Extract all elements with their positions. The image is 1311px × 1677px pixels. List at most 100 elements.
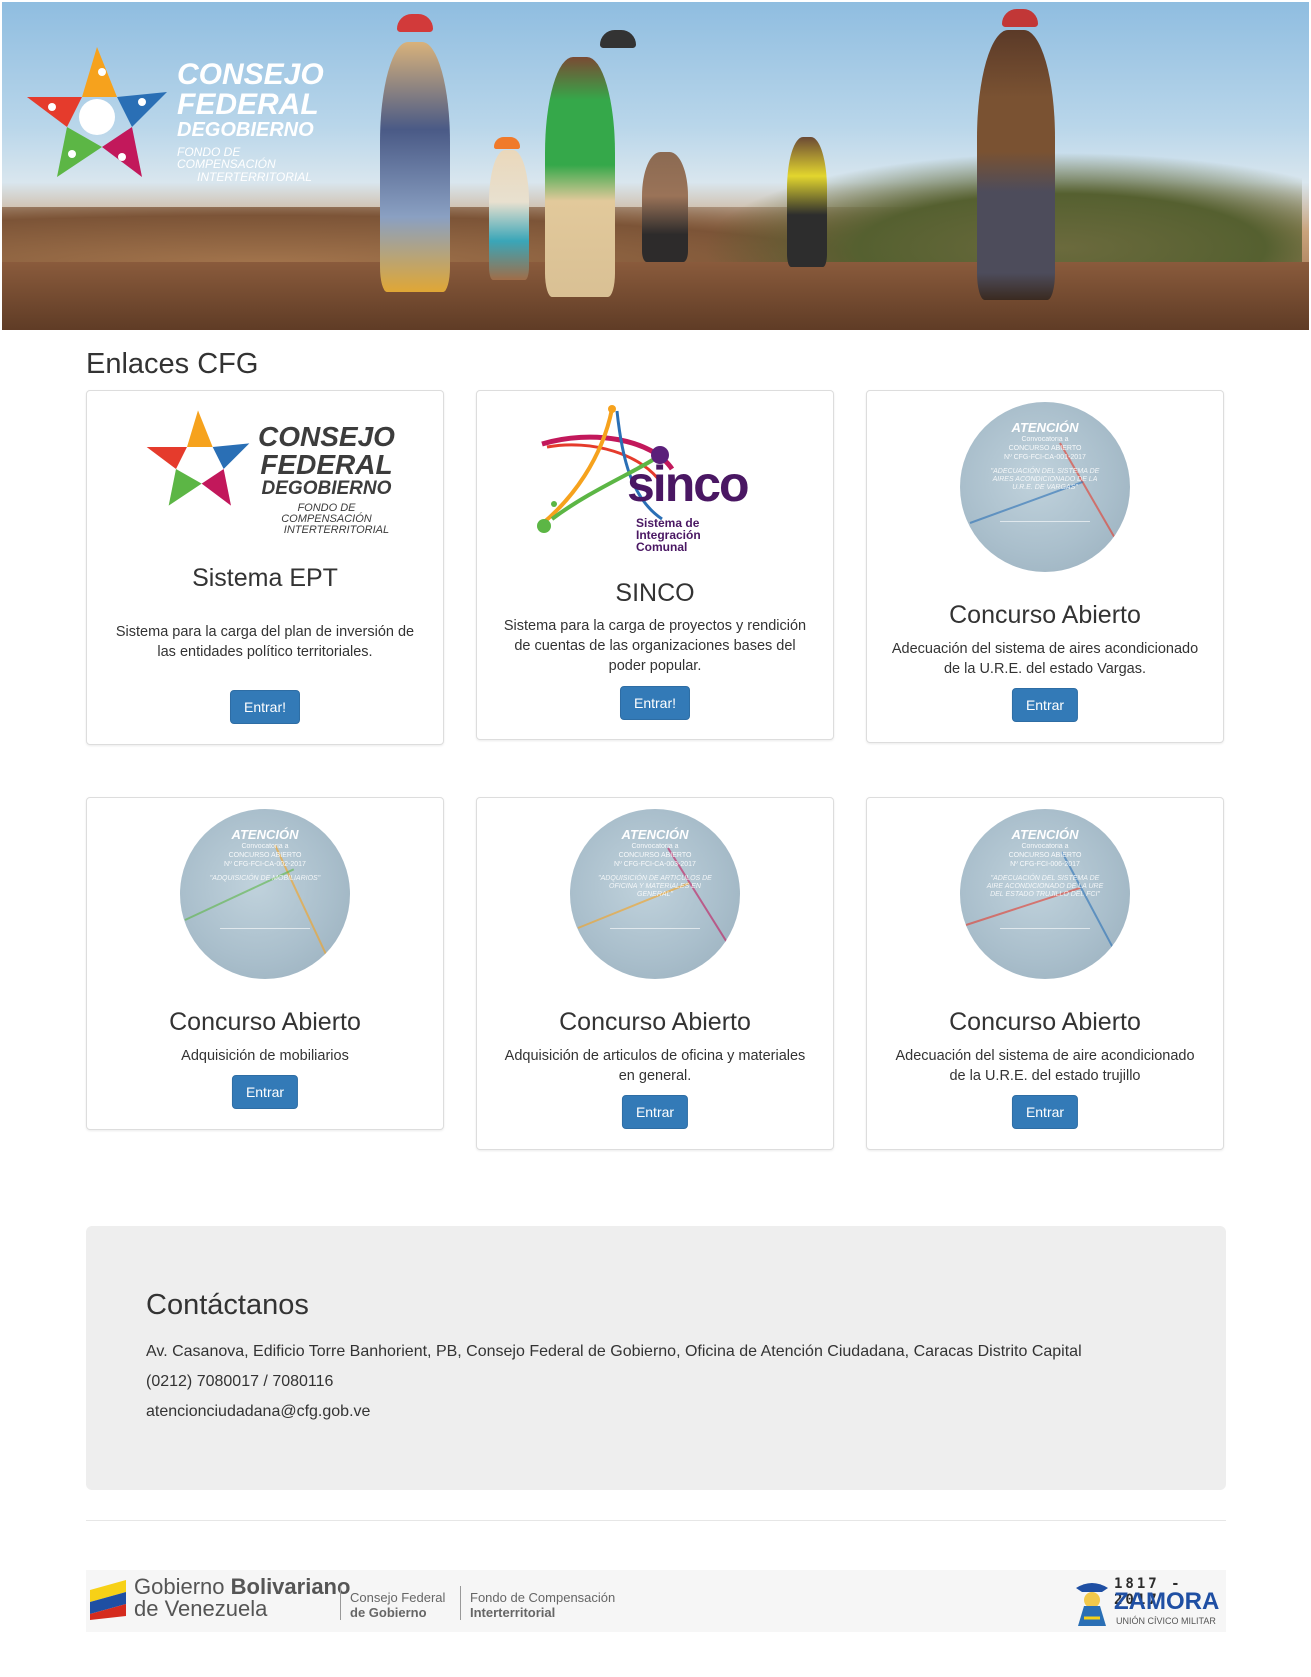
thumb-sub: Convocatoria a [631,843,679,850]
contact-email[interactable]: atencionciudadana@cfg.gob.ve [146,1403,370,1421]
zamora-figure-icon [1076,1583,1108,1626]
card-description: Sistema para la carga del plan de invers… [115,624,415,660]
thumb-body: "ADQUISICIÓN DE MOBILIARIOS" [209,875,321,882]
entrar-button[interactable]: Entrar [621,1095,689,1129]
worker-figure [642,152,688,262]
thumb-body: "ADECUACIÓN DEL SISTEMA DE AIRE ACONDICI… [986,875,1104,898]
worker-cap [1002,9,1038,27]
concurso-thumbnail: ATENCIÓN Convocatoria a CONCURSO ABIERTO… [570,809,740,979]
worker-cap [600,30,636,48]
thumb-lines [220,928,310,957]
card-sinco: sinco Sistema de Integración Comunal SIN… [476,390,834,740]
footer-line: de Gobierno [350,1605,427,1620]
card-title: Sistema EPT [192,564,338,592]
thumb-body: "ADECUACIÓN DEL SISTEMA DE AIRES ACONDIC… [990,468,1100,491]
banner-ground [2,262,1309,330]
card-title: Concurso Abierto [949,601,1141,629]
brand-line: FEDERAL [177,88,319,121]
venezuela-flag-icon [90,1580,126,1620]
card-title: Concurso Abierto [559,1008,751,1036]
thumb-sub: Convocatoria a [241,843,289,850]
brand-line: CONSEJO [177,58,324,91]
footer-fci-text: Fondo de Compensación Interterritorial [470,1590,615,1620]
contact-address: Av. Casanova, Edificio Torre Banhorient,… [146,1343,1082,1360]
brand-line: FONDO DE COMPENSACIÓN [177,145,276,171]
footer-line: Interterritorial [470,1605,556,1620]
brand-text: CONSEJO FEDERAL DEGOBIERNO FONDO DE COMP… [177,58,342,184]
worker-figure [787,137,827,267]
contact-phone: (0212) 7080017 / 7080116 [146,1373,334,1390]
thumb-sub: CONCURSO ABIERTO [228,852,302,859]
concurso-thumbnail: ATENCIÓN Convocatoria a CONCURSO ABIERTO… [180,809,350,979]
sinco-wordmark: sinco [627,456,750,512]
thumb-code: Nº CFG-FCI-CA-002-2017 [224,861,306,868]
footer-logos: Gobierno Bolivariano de Venezuela Consej… [86,1570,1226,1632]
logo-line: DEGOBIERNO [261,478,392,499]
thumb-lines [610,928,700,957]
logo-line: INTERTERRITORIAL [283,524,390,536]
card-concurso-vargas: ATENCIÓN Convocatoria a CONCURSO ABIERTO… [866,390,1224,743]
card-description: Adquisición de mobiliarios [181,1048,349,1064]
card-concurso-oficina: ATENCIÓN Convocatoria a CONCURSO ABIERTO… [476,797,834,1150]
thumb-heading: ATENCIÓN [231,827,299,842]
concurso-thumbnail: ATENCIÓN Convocatoria a CONCURSO ABIERTO… [960,809,1130,979]
worker-figure [380,42,450,292]
entrar-button[interactable]: Entrar [231,1075,299,1109]
contact-title: Contáctanos [146,1289,309,1321]
thumb-lines [1000,928,1090,957]
contact-panel: Contáctanos Av. Casanova, Edificio Torre… [86,1226,1226,1490]
thumb-code: Nº CFG-FCI-CA-001-2017 [1004,454,1086,461]
logo-line: CONSEJO [258,421,395,452]
entrar-button[interactable]: Entrar! [619,686,691,720]
sinco-sub-line: Comunal [636,540,688,554]
card-concurso-mobiliarios: ATENCIÓN Convocatoria a CONCURSO ABIERTO… [86,797,444,1130]
entrar-button[interactable]: Entrar [1011,1095,1079,1129]
entrar-button[interactable]: Entrar! [229,690,301,724]
thumb-sub: Convocatoria a [1021,436,1069,443]
worker-figure [977,30,1055,300]
thumb-lines [1000,521,1090,550]
thumb-body: "ADQUISICIÓN DE ARTICULOS DE OFICINA Y M… [598,875,712,898]
footer-line: Consejo Federal [350,1590,446,1605]
card-title: SINCO [615,579,695,607]
zamora-logo: 1817 - 2017 ZAMORA UNIÓN CÍVICO MILITAR [1070,1576,1220,1630]
hero-banner: CONSEJO FEDERAL DEGOBIERNO FONDO DE COMP… [2,2,1309,330]
sinco-logo: sinco Sistema de Integración Comunal [532,399,782,554]
thumb-heading: ATENCIÓN [621,827,689,842]
sinco-subtitle: Sistema de Integración Comunal [636,517,701,553]
footer-separator [340,1586,341,1620]
card-sistema-ept: CONSEJO FEDERAL DEGOBIERNO FONDO DE COMP… [86,390,444,745]
thumb-sub: Convocatoria a [1021,843,1069,850]
entrar-button[interactable]: Entrar [1011,688,1079,722]
cfg-star-icon [27,47,167,177]
brand-line: DEGOBIERNO [177,119,314,141]
logo-line: FEDERAL [260,449,393,480]
cfg-star-icon [146,410,250,506]
footer-cfg-text: Consejo Federal de Gobierno [350,1590,445,1620]
worker-cap [397,14,433,32]
card-description: Adecuación del sistema de aire acondicio… [895,1048,1195,1084]
thumb-sub: CONCURSO ABIERTO [1008,445,1082,452]
zamora-name: ZAMORA [1114,1588,1220,1615]
footer-separator [460,1586,461,1620]
footer-line: Fondo de Compensación [470,1590,616,1605]
thumb-sub: CONCURSO ABIERTO [1008,852,1082,859]
card-description: Sistema para la carga de proyectos y ren… [503,618,807,674]
thumb-sub: CONCURSO ABIERTO [618,852,692,859]
logo-line: FONDO DE COMPENSACIÓN [281,502,372,525]
card-title: Concurso Abierto [949,1008,1141,1036]
card-title: Concurso Abierto [169,1008,361,1036]
worker-cap [494,137,520,149]
worker-figure [545,57,615,297]
brand-line: INTERTERRITORIAL [197,170,312,184]
card-description: Adecuación del sistema de aires acondici… [891,641,1199,677]
card-description: Adquisición de articulos de oficina y ma… [504,1048,806,1084]
gobierno-bolivariano-logo: Gobierno Bolivariano de Venezuela [134,1576,350,1620]
gov-text: de Venezuela [134,1596,268,1621]
thumb-heading: ATENCIÓN [1011,827,1079,842]
section-title: Enlaces CFG [86,348,259,380]
zamora-sub: UNIÓN CÍVICO MILITAR [1116,1616,1216,1626]
cfg-logo: CONSEJO FEDERAL DEGOBIERNO FONDO DE COMP… [143,403,395,536]
cfg-banner-logo: CONSEJO FEDERAL DEGOBIERNO FONDO DE COMP… [22,42,342,192]
thumb-heading: ATENCIÓN [1011,420,1079,435]
